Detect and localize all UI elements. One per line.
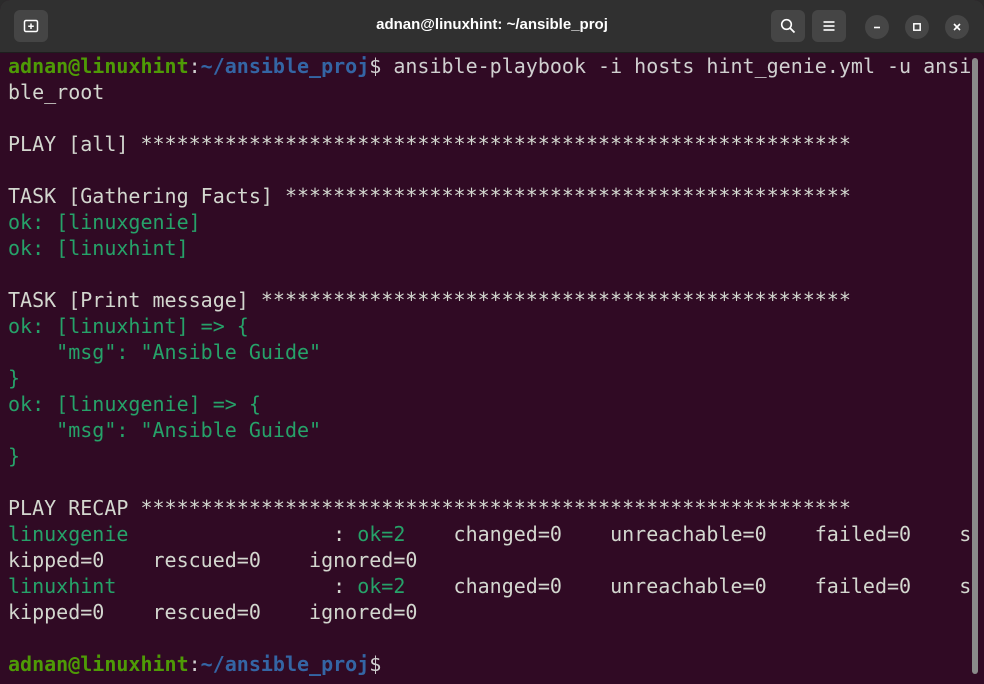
prompt-colon: : [188,652,201,676]
close-button[interactable] [945,15,969,39]
maximize-icon [913,23,921,31]
prompt-user: adnan@linuxhint [8,54,189,78]
terminal-window: adnan@linuxhint: ~/ansible_proj adnan@li… [0,0,984,684]
task-result-close: } [8,366,21,390]
recap-header: PLAY RECAP *****************************… [8,496,851,520]
task-header-gathering-facts: TASK [Gathering Facts] *****************… [8,184,851,208]
prompt-path: ~/ansible_proj [200,652,370,676]
recap-sep: : [333,574,358,598]
recap-row: linuxhint : ok=2 changed=0 unreachable=0… [8,573,970,599]
prompt-dollar: $ [369,652,382,676]
prompt-path: ~/ansible_proj [200,54,370,78]
task-result-ok: ok: [linuxgenie] => { [8,392,261,416]
command-text: ansible-playbook -i hosts hint_genie.yml… [381,54,970,78]
recap-ok: ok=2 [357,574,406,598]
task-result-ok: ok: [linuxhint] [8,236,189,260]
recap-stats: changed=0 unreachable=0 failed=0 s [405,522,970,546]
title-bar: adnan@linuxhint: ~/ansible_proj [0,0,984,53]
minimize-button[interactable] [865,15,889,39]
menu-button[interactable] [812,10,846,42]
recap-row: linuxgenie : ok=2 changed=0 unreachable=… [8,521,970,547]
command-line-wrap: ble_root [8,80,105,104]
terminal-output[interactable]: adnan@linuxhint:~/ansible_proj$ ansible-… [8,53,970,679]
recap-sep: : [333,522,358,546]
prompt-colon: : [188,54,201,78]
task-result-msg: "msg": "Ansible Guide" [8,418,322,442]
play-header: PLAY [all] *****************************… [8,132,851,156]
task-result-ok: ok: [linuxhint] => { [8,314,249,338]
task-result-msg: "msg": "Ansible Guide" [8,340,322,364]
task-result-ok: ok: [linuxgenie] [8,210,201,234]
recap-host: linuxhint [8,574,334,598]
task-header-print-message: TASK [Print message] *******************… [8,288,851,312]
search-button[interactable] [771,10,805,42]
recap-row-wrap: kipped=0 rescued=0 ignored=0 [8,600,418,624]
recap-stats: changed=0 unreachable=0 failed=0 s [405,574,970,598]
minimize-icon [874,26,880,29]
command-line: adnan@linuxhint:~/ansible_proj$ ansible-… [8,53,970,79]
prompt-line: adnan@linuxhint:~/ansible_proj$ [8,651,970,677]
recap-row-wrap: kipped=0 rescued=0 ignored=0 [8,548,418,572]
prompt-user: adnan@linuxhint [8,652,189,676]
prompt-dollar: $ [369,54,382,78]
maximize-button[interactable] [905,15,929,39]
scrollbar[interactable] [972,58,978,674]
hamburger-menu-icon [823,21,835,31]
recap-ok: ok=2 [357,522,406,546]
recap-host: linuxgenie [8,522,334,546]
close-icon [953,23,961,31]
task-result-close: } [8,444,21,468]
search-icon [780,18,796,34]
